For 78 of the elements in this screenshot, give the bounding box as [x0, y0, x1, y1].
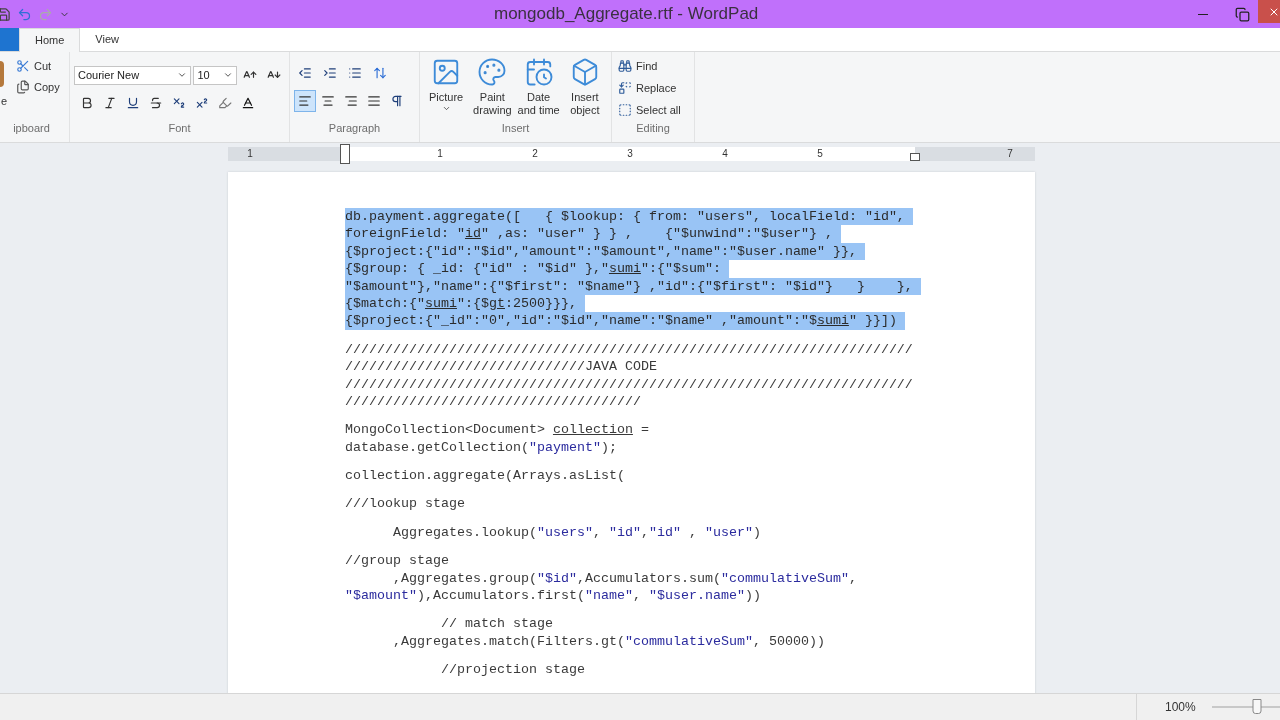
right-indent-marker[interactable] [910, 153, 920, 161]
code-line: ///////////////////////////////////// [345, 392, 641, 411]
code-line: ,Aggregates.group("$id",Accumulators.sum("commulativeSum", [392, 569, 857, 588]
code-line: ///lookup stage [345, 495, 465, 513]
window-title: mongodb_Aggregate.rtf - WordPad [494, 3, 759, 26]
group-label: Editing [635, 121, 671, 136]
copy-icon [16, 79, 30, 94]
underline-icon [126, 96, 140, 110]
save-icon[interactable] [0, 6, 11, 22]
align-icon [344, 94, 358, 108]
replace-icon [618, 81, 632, 95]
align-icon [298, 94, 312, 108]
highlight-icon [218, 96, 232, 110]
group-label: ipboard [12, 121, 51, 136]
increase-indent-icon [323, 66, 337, 80]
close-button[interactable] [1258, 0, 1280, 23]
italic-icon [103, 96, 117, 110]
decrease-indent-icon [298, 66, 312, 80]
align-icon [367, 94, 381, 108]
editing-button[interactable]: Replace [618, 79, 688, 97]
ruler-number: 5 [817, 147, 823, 161]
strikethrough-icon [149, 96, 163, 110]
cut-button[interactable]: Cut [16, 58, 60, 75]
ruler-number: 7 [1007, 147, 1013, 161]
select-all-icon [618, 103, 632, 117]
code-line: database.getCollection("payment"); [345, 438, 617, 457]
code-line: /////////////////////////////////////////////////////////////////////// [345, 375, 913, 393]
ruler-number: 2 [532, 147, 538, 161]
caret-icon [223, 70, 234, 80]
restore-icon [1234, 6, 1250, 22]
slider-thumb[interactable] [1252, 699, 1262, 714]
insert-button[interactable]: Paint drawing [470, 57, 515, 117]
ruler-number: 3 [627, 147, 633, 161]
ruler-number: 4 [722, 147, 728, 161]
subscript-icon [172, 96, 186, 110]
paragraph-icon [390, 94, 404, 108]
code-line: collection.aggregate(Arrays.asList( [345, 467, 625, 485]
minimize-icon [1198, 13, 1208, 15]
superscript-icon [195, 96, 209, 110]
ruler-number: 1 [247, 147, 253, 161]
zoom-slider[interactable] [1211, 699, 1280, 715]
paste-label: e [1, 94, 9, 109]
line-spacing-icon [373, 66, 387, 80]
list-icon [348, 66, 362, 80]
group-label: Font [167, 121, 192, 136]
scissors-icon [16, 59, 30, 74]
insert-button[interactable]: Picture [424, 57, 469, 113]
ribbon-tab[interactable]: Home [19, 28, 81, 52]
code-line: Aggregates.lookup("users", "id","id" , "user") [392, 523, 761, 542]
editing-button[interactable]: Find [618, 57, 688, 75]
group-label: Paragraph [327, 121, 382, 136]
code-line: //projection stage [439, 661, 585, 679]
caret-icon [441, 104, 451, 113]
zoom-level: 100% [1165, 699, 1196, 716]
ruler-number: 1 [437, 147, 443, 161]
code-line: //group stage [345, 552, 449, 570]
code-line: // match stage [439, 615, 553, 633]
palette-icon [477, 57, 508, 87]
font-size-dropdown[interactable]: 10 [193, 65, 238, 85]
caret-icon [177, 70, 188, 80]
left-indent-marker[interactable] [340, 144, 350, 164]
code-line: ,Aggregates.match(Filters.gt("commulativeSum", 50000)) [392, 632, 825, 651]
editing-button[interactable]: Select all [618, 101, 688, 119]
insert-button[interactable]: Insert object [562, 57, 607, 117]
code-line: //////////////////////////////JAVA CODE [345, 358, 657, 376]
insert-button[interactable]: Date and time [516, 57, 561, 117]
binoculars-icon [618, 59, 632, 73]
align-icon [321, 94, 335, 108]
bold-icon [80, 96, 94, 110]
copy-button[interactable]: Copy [16, 78, 60, 95]
align-button[interactable] [294, 90, 316, 112]
font-family-dropdown[interactable]: Courier New [74, 65, 192, 85]
ribbon-tab[interactable]: View [80, 27, 134, 51]
group-label: Insert [500, 121, 531, 136]
code-line: "$amount"),Accumulators.first("name", "$user.name")) [345, 587, 761, 605]
code-line: MongoCollection<Document> collection = [345, 421, 649, 439]
code-line: /////////////////////////////////////////////////////////////////////// [345, 340, 913, 359]
font-color-icon [241, 96, 255, 110]
